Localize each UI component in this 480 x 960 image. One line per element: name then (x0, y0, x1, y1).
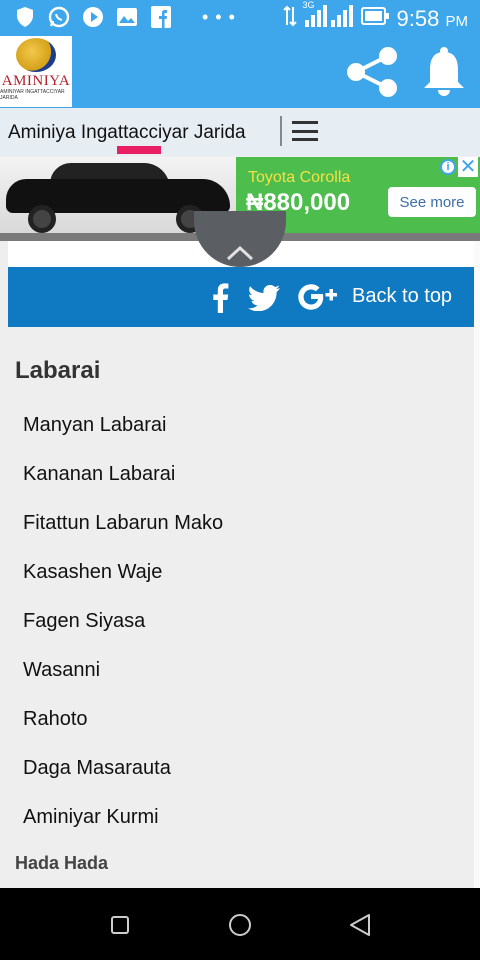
whatsapp-icon (48, 6, 70, 28)
logo-name: AMINIYA (1, 73, 71, 89)
category-item[interactable]: Kananan Labarai (23, 450, 463, 499)
category-item[interactable]: Kasashen Waje (23, 548, 463, 597)
network-type: 3G (302, 0, 315, 10)
clock-ampm: PM (445, 12, 469, 30)
category-item[interactable]: Wasanni (23, 646, 463, 695)
hamburger-line (292, 138, 318, 141)
shield-icon (14, 6, 36, 28)
ad-headline: Toyota Corolla (248, 169, 351, 186)
google-plus-share-icon[interactable] (298, 283, 340, 311)
app-bar: AMINIYA AMINIYAR INGATTACCIYAR JARIDA Am… (0, 36, 480, 156)
site-title[interactable]: Aminiya Ingattacciyar Jarida (8, 122, 246, 144)
section-heading-labarai: Labarai (15, 357, 101, 384)
facebook-icon (150, 6, 172, 28)
data-transfer-icon (282, 5, 297, 32)
share-icon (347, 47, 397, 97)
facebook-share-icon[interactable] (210, 283, 230, 313)
logo-tagline: AMINIYAR INGATTACCIYAR JARIDA (0, 89, 65, 101)
category-item[interactable]: Aminiyar Kurmi (23, 793, 463, 842)
back-button[interactable] (345, 910, 375, 940)
status-bar: • • • 3G 9:58 PM (0, 0, 480, 36)
category-list: Manyan Labarai Kananan Labarai Fitattun … (23, 401, 463, 842)
more-dots-icon: • • • (202, 6, 236, 27)
hamburger-line (292, 121, 318, 124)
title-divider (280, 116, 282, 146)
social-footer-bar: Back to top (8, 267, 474, 327)
active-tab-indicator (117, 146, 161, 154)
hamburger-line (292, 129, 318, 133)
section-heading-hada-hada[interactable]: Hada Hada (15, 853, 108, 874)
signal-icon: 3G (303, 0, 353, 33)
home-button[interactable] (225, 910, 255, 940)
site-logo[interactable]: AMINIYA AMINIYAR INGATTACCIYAR JARIDA (0, 36, 72, 107)
category-item[interactable]: Fagen Siyasa (23, 597, 463, 646)
system-nav-bar (0, 888, 480, 960)
play-icon (82, 6, 104, 28)
chevron-up-icon (226, 245, 254, 261)
notifications-button[interactable] (420, 46, 468, 98)
share-button[interactable] (344, 46, 400, 98)
ad-info-icon[interactable]: i (440, 159, 456, 175)
ad-close-icon[interactable]: ✕ (458, 157, 478, 177)
ad-see-more-button[interactable]: See more (388, 187, 476, 217)
menu-button[interactable] (292, 118, 318, 144)
logo-emblem (16, 38, 56, 72)
right-edge (474, 241, 480, 888)
page-content: Back to top Labarai Manyan Labarai Kanan… (8, 211, 474, 888)
clock-time: 9:58 (396, 5, 440, 31)
recent-apps-button[interactable] (105, 910, 135, 940)
category-item[interactable]: Rahoto (23, 695, 463, 744)
twitter-share-icon[interactable] (248, 285, 280, 311)
category-item[interactable]: Manyan Labarai (23, 401, 463, 450)
clock: 9:58 PM (397, 6, 468, 32)
category-item[interactable]: Daga Masarauta (23, 744, 463, 793)
car-wheel (28, 205, 56, 233)
gallery-icon (116, 6, 138, 28)
battery-icon (360, 7, 389, 30)
bell-icon (424, 47, 464, 96)
back-to-top-link[interactable]: Back to top (352, 285, 452, 308)
category-item[interactable]: Fitattun Labarun Mako (23, 499, 463, 548)
site-title-bar: Aminiya Ingattacciyar Jarida (0, 108, 480, 156)
